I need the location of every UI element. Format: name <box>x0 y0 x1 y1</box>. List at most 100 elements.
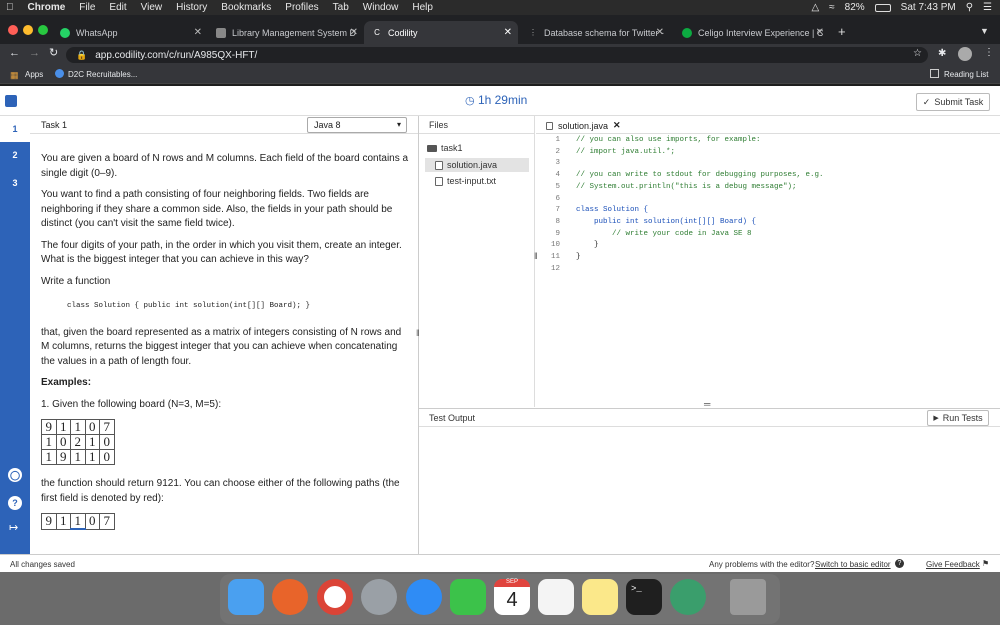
menu-file[interactable]: File <box>79 2 95 13</box>
terminal-icon[interactable]: >_ <box>626 579 662 615</box>
menu-history[interactable]: History <box>176 2 207 13</box>
close-tab-icon[interactable]: ✕ <box>194 27 202 38</box>
menu-edit[interactable]: Edit <box>109 2 126 13</box>
code-line[interactable]: 8 public int solution(int[][] Board) { <box>536 218 1000 230</box>
reading-list[interactable]: Reading List <box>944 70 988 79</box>
bookmark-star-icon[interactable]: ☆ <box>913 48 922 59</box>
editor-tab-label: solution.java <box>558 120 609 131</box>
clock[interactable]: Sat 7:43 PM <box>901 2 956 13</box>
code-line[interactable]: 10 } <box>536 241 1000 253</box>
submit-task-button[interactable]: ✓ Submit Task <box>916 93 990 111</box>
menu-tab[interactable]: Tab <box>333 2 349 13</box>
menu-bookmarks[interactable]: Bookmarks <box>221 2 271 13</box>
new-tab-button[interactable]: + <box>838 24 846 39</box>
close-tab-icon[interactable]: ✕ <box>350 27 358 38</box>
code-line[interactable]: 3 <box>536 159 1000 171</box>
minimize-window-icon[interactable] <box>23 25 33 35</box>
address-bar[interactable]: 🔒 app.codility.com/c/run/A985QX-HFT/ ☆ <box>66 47 928 63</box>
close-tab-icon[interactable]: ✕ <box>656 27 664 38</box>
bookmark-d2c[interactable]: D2C Recruitables... <box>68 70 137 79</box>
tab-library-management[interactable]: Library Management System D ✕ <box>208 21 364 44</box>
file-label: solution.java <box>447 160 498 170</box>
battery-percent[interactable]: 82% <box>845 2 865 13</box>
close-tab-icon[interactable]: ✕ <box>816 27 824 38</box>
give-feedback-link[interactable]: Give Feedback <box>926 560 980 569</box>
close-tab-icon[interactable]: ✕ <box>504 27 512 38</box>
file-test-input[interactable]: test-input.txt <box>435 176 496 186</box>
menu-profiles[interactable]: Profiles <box>285 2 318 13</box>
profile-avatar[interactable] <box>958 47 972 61</box>
nav-task-1[interactable]: 1 <box>0 116 30 142</box>
help-icon[interactable]: ? <box>895 559 904 568</box>
board-cell: 9 <box>55 449 71 465</box>
nav-task-2[interactable]: 2 <box>0 150 30 160</box>
submit-label: Submit Task <box>934 97 984 107</box>
status-bar: All changes saved Any problems with the … <box>0 554 1000 572</box>
code-line[interactable]: 12 <box>536 265 1000 277</box>
wifi-icon[interactable]: ≈ <box>829 2 835 13</box>
nav-task-3[interactable]: 3 <box>0 178 30 188</box>
calendar-icon[interactable]: SEP 4 <box>494 579 530 615</box>
network-icon[interactable] <box>670 579 706 615</box>
tab-database-schema[interactable]: ⋮ Database schema for Twitter - ✕ <box>520 21 670 44</box>
language-select[interactable]: Java 8 <box>307 117 407 133</box>
back-icon[interactable]: ← <box>9 47 20 59</box>
code-line[interactable]: 11} <box>536 253 1000 265</box>
code-line[interactable]: 4 // you can write to stdout for debuggin… <box>536 171 1000 183</box>
finder-icon[interactable] <box>228 579 264 615</box>
close-tab-icon[interactable]: ✕ <box>613 120 621 131</box>
switch-editor-link[interactable]: Switch to basic editor <box>815 560 891 569</box>
accessibility-icon[interactable]: ◯ <box>8 468 22 482</box>
chrome-menu-icon[interactable]: ⋮ <box>984 47 994 58</box>
tab-celigo[interactable]: Celigo Interview Experience | C ✕ <box>674 21 830 44</box>
extensions-icon[interactable]: ✱ <box>938 48 946 59</box>
menu-help[interactable]: Help <box>412 2 433 13</box>
menu-window[interactable]: Window <box>363 2 399 13</box>
file-label: test-input.txt <box>447 176 497 186</box>
app-menu-chrome[interactable]: Chrome <box>28 2 66 13</box>
safari-icon[interactable] <box>406 579 442 615</box>
search-icon[interactable]: ⚲ <box>966 2 973 13</box>
tab-codility[interactable]: C Codility ✕ <box>364 21 518 44</box>
reload-icon[interactable]: ↻ <box>49 46 58 59</box>
code-text: } <box>576 241 599 250</box>
exit-icon[interactable]: ↦ <box>9 521 18 534</box>
notes-icon[interactable] <box>582 579 618 615</box>
trash-icon[interactable] <box>730 579 766 615</box>
code-line[interactable]: 1 // you can also use imports, for exampl… <box>536 136 1000 148</box>
task-header: Task 1 Java 8 <box>30 116 418 134</box>
editor-splitter-icon[interactable]: ‖ <box>534 251 538 261</box>
folder-task1[interactable]: task1 <box>427 143 463 153</box>
menu-view[interactable]: View <box>141 2 163 13</box>
editor-tab-solution[interactable]: solution.java ✕ <box>540 117 627 134</box>
warning-icon[interactable]: △ <box>811 2 819 13</box>
run-tests-button[interactable]: ▶ Run Tests <box>927 410 989 426</box>
files-pane: Files task1 solution.java test-input.txt <box>419 116 535 407</box>
control-center-icon[interactable]: ☰ <box>983 2 992 13</box>
reminders-icon[interactable] <box>538 579 574 615</box>
bookmark-apps[interactable]: Apps <box>25 70 43 79</box>
code-line[interactable]: 2 // import java.util.*; <box>536 148 1000 160</box>
code-line[interactable]: 5 // System.out.println("this is a debug … <box>536 183 1000 195</box>
timer: ◷ 1h 29min <box>465 93 527 107</box>
help-icon[interactable]: ? <box>8 496 22 510</box>
codility-logo-icon[interactable] <box>5 95 17 107</box>
maximize-window-icon[interactable] <box>38 25 48 35</box>
chrome-icon[interactable] <box>317 579 353 615</box>
facetime-icon[interactable] <box>450 579 486 615</box>
tab-whatsapp[interactable]: WhatsApp ✕ <box>52 21 208 44</box>
file-solution-java[interactable]: solution.java <box>425 158 529 172</box>
task-nav-sidebar: 1 2 3 ◯ ? ↦ <box>0 116 30 554</box>
launchpad-icon[interactable] <box>361 579 397 615</box>
code-text: // you can also use imports, for example… <box>576 136 761 144</box>
close-window-icon[interactable] <box>8 25 18 35</box>
forward-icon[interactable]: → <box>29 47 40 59</box>
firefox-icon[interactable] <box>272 579 308 615</box>
apple-menu-icon[interactable]:  <box>6 2 14 13</box>
tab-search-icon[interactable]: ▼ <box>980 26 989 36</box>
battery-icon[interactable] <box>874 3 891 12</box>
apps-grid-icon[interactable]: ▦ <box>10 70 19 81</box>
code-line[interactable]: 9 // write your code in Java SE 8 <box>536 230 1000 242</box>
code-line[interactable]: 7 class Solution { <box>536 206 1000 218</box>
code-line[interactable]: 6 <box>536 195 1000 207</box>
